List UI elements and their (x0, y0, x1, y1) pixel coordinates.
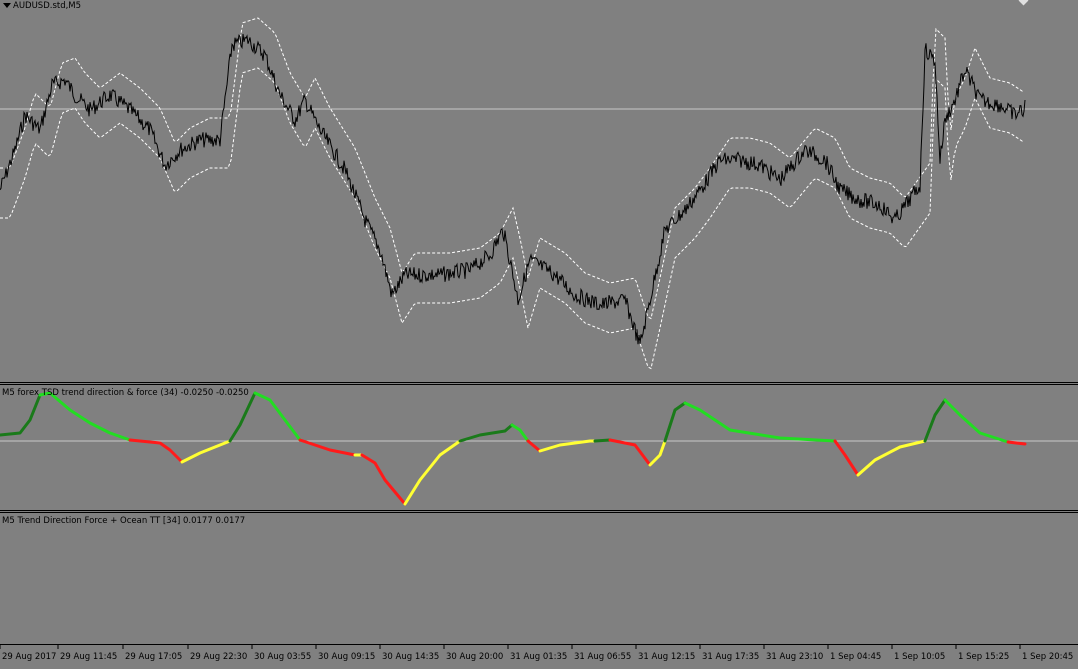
time-label: 30 Aug 14:35 (382, 652, 439, 662)
time-label: 30 Aug 09:15 (318, 652, 375, 662)
price-chart (0, 17, 1078, 370)
indicator-ocean-title: M5 Trend Direction Force + Ocean TT [34]… (2, 516, 246, 526)
time-label: 31 Aug 17:35 (702, 652, 759, 662)
trend-curve-segment (0, 393, 42, 437)
trend-curve-segment (1006, 440, 1027, 446)
trend-curve-segment (593, 438, 612, 443)
trend-curve-segment (403, 439, 462, 506)
trend-curve-segment (856, 439, 927, 477)
trend-curve-segment (538, 439, 597, 453)
upper-band-line (0, 17, 1024, 320)
trend-curve-segment (228, 391, 257, 443)
trend-curve-segment (298, 438, 357, 457)
trend-curve-segment (833, 439, 860, 477)
indicator-tsd-title: M5 forex TSD trend direction & force (34… (2, 388, 249, 398)
time-label: 30 Aug 03:55 (254, 652, 311, 662)
time-label: 31 Aug 06:55 (574, 652, 631, 662)
price-chart-panel[interactable]: AUDUSD.std,M5 (0, 0, 1078, 382)
indicator-tsd-panel[interactable]: M5 forex TSD trend direction & force (34… (0, 385, 1078, 510)
trend-curve-segment (648, 439, 667, 467)
trend-curve-segment (943, 398, 1010, 444)
trend-curve-segment (608, 438, 652, 467)
time-label: 31 Aug 12:15 (638, 652, 695, 662)
trend-curve-segment (128, 438, 184, 464)
time-label: 31 Aug 23:10 (766, 652, 823, 662)
time-label: 31 Aug 01:35 (510, 652, 567, 662)
trend-curve-segment (510, 423, 530, 443)
trend-curve-segment (663, 401, 687, 443)
trend-curve-segment (253, 391, 302, 442)
time-axis: 29 Aug 2017 29 Aug 11:45 29 Aug 17:05 29 Au… (0, 644, 1078, 668)
trend-curve-segment (683, 401, 837, 443)
trend-curve-segment (180, 439, 232, 464)
time-label: 30 Aug 20:00 (446, 652, 503, 662)
trend-curve-segment (458, 423, 514, 443)
trend-curve-segment (38, 391, 132, 442)
indicator-ocean-panel[interactable]: M5 Trend Direction Force + Ocean TT [34]… (0, 513, 1078, 644)
time-label: 1 Sep 10:05 (894, 652, 945, 662)
chart-title: AUDUSD.std,M5 (13, 1, 82, 11)
time-label: 29 Aug 22:30 (190, 652, 247, 662)
trend-curve-segment (923, 398, 947, 443)
lower-band-line (0, 67, 1024, 370)
time-label: 1 Sep 04:45 (830, 652, 881, 662)
price-line (0, 33, 1026, 345)
trend-curve-segment (526, 439, 542, 453)
time-label: 29 Aug 17:05 (125, 652, 182, 662)
time-label: 29 Aug 2017 (2, 652, 56, 662)
chart-menu-icon[interactable] (3, 3, 11, 8)
time-label: 1 Sep 15:25 (958, 652, 1009, 662)
time-label: 1 Sep 20:45 (1022, 652, 1073, 662)
time-axis-ticks: 29 Aug 2017 29 Aug 11:45 29 Aug 17:05 29 Au… (0, 645, 1073, 662)
trend-curve-segment (360, 453, 407, 506)
time-label: 29 Aug 11:45 (60, 652, 117, 662)
tsd-indicator-chart (0, 391, 1078, 506)
